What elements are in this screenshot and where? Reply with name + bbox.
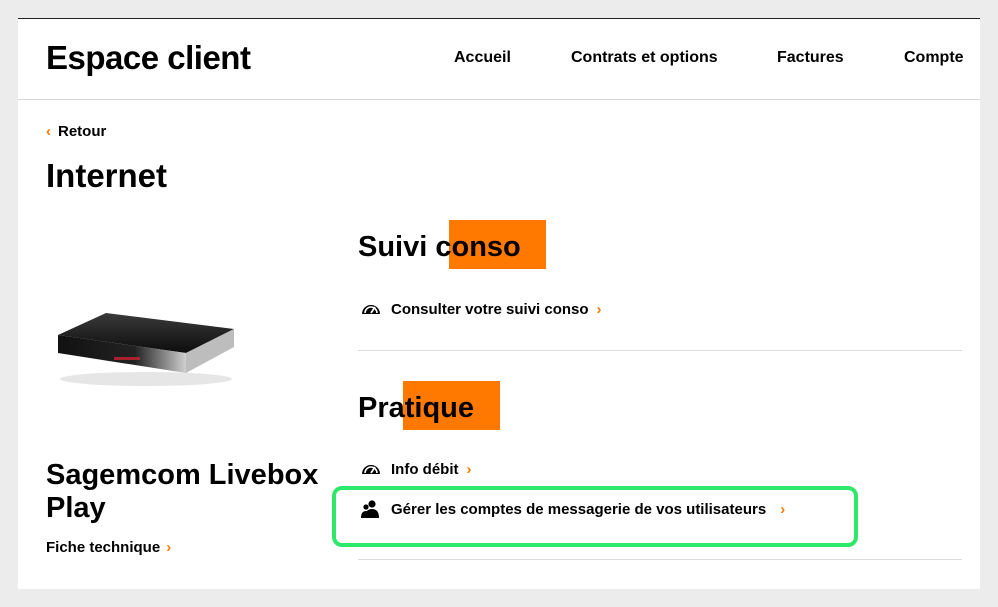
brand-title: Espace client bbox=[46, 39, 251, 76]
nav-compte[interactable]: Compte bbox=[904, 49, 964, 67]
nav-accueil[interactable]: Accueil bbox=[454, 49, 511, 67]
section-title-pratique: Pratique bbox=[358, 392, 475, 424]
section-title-suivi-conso: Suivi conso bbox=[358, 231, 521, 263]
divider bbox=[358, 350, 962, 351]
fiche-technique-label: Fiche technique bbox=[46, 539, 161, 556]
fiche-technique-link[interactable]: Fiche technique › bbox=[46, 539, 171, 556]
chevron-right-icon: › bbox=[466, 460, 472, 478]
link-suivi-conso[interactable]: Consulter votre suivi conso › bbox=[360, 300, 602, 318]
nav-factures[interactable]: Factures bbox=[777, 49, 844, 67]
divider bbox=[358, 559, 962, 560]
gauge-icon bbox=[362, 305, 380, 314]
chevron-right-icon: › bbox=[596, 300, 602, 318]
highlight-box bbox=[332, 486, 858, 547]
link-suivi-conso-label: Consulter votre suivi conso bbox=[391, 300, 589, 318]
device-name: Sagemcom Livebox Play bbox=[46, 459, 319, 524]
page-frame: Espace client Accueil Contrats et option… bbox=[18, 18, 980, 589]
page-title: Internet bbox=[46, 157, 168, 194]
header: Espace client Accueil Contrats et option… bbox=[18, 19, 980, 100]
chevron-left-icon: ‹ bbox=[46, 123, 51, 140]
link-info-debit-label: Info débit bbox=[391, 460, 459, 478]
gauge-icon bbox=[362, 465, 380, 474]
livebox-image bbox=[58, 313, 234, 386]
link-info-debit[interactable]: Info débit › bbox=[360, 460, 472, 478]
chevron-right-icon: › bbox=[166, 539, 172, 556]
back-label: Retour bbox=[58, 123, 107, 140]
nav-contrats-options[interactable]: Contrats et options bbox=[571, 49, 718, 67]
back-link[interactable]: ‹ Retour bbox=[46, 123, 106, 140]
